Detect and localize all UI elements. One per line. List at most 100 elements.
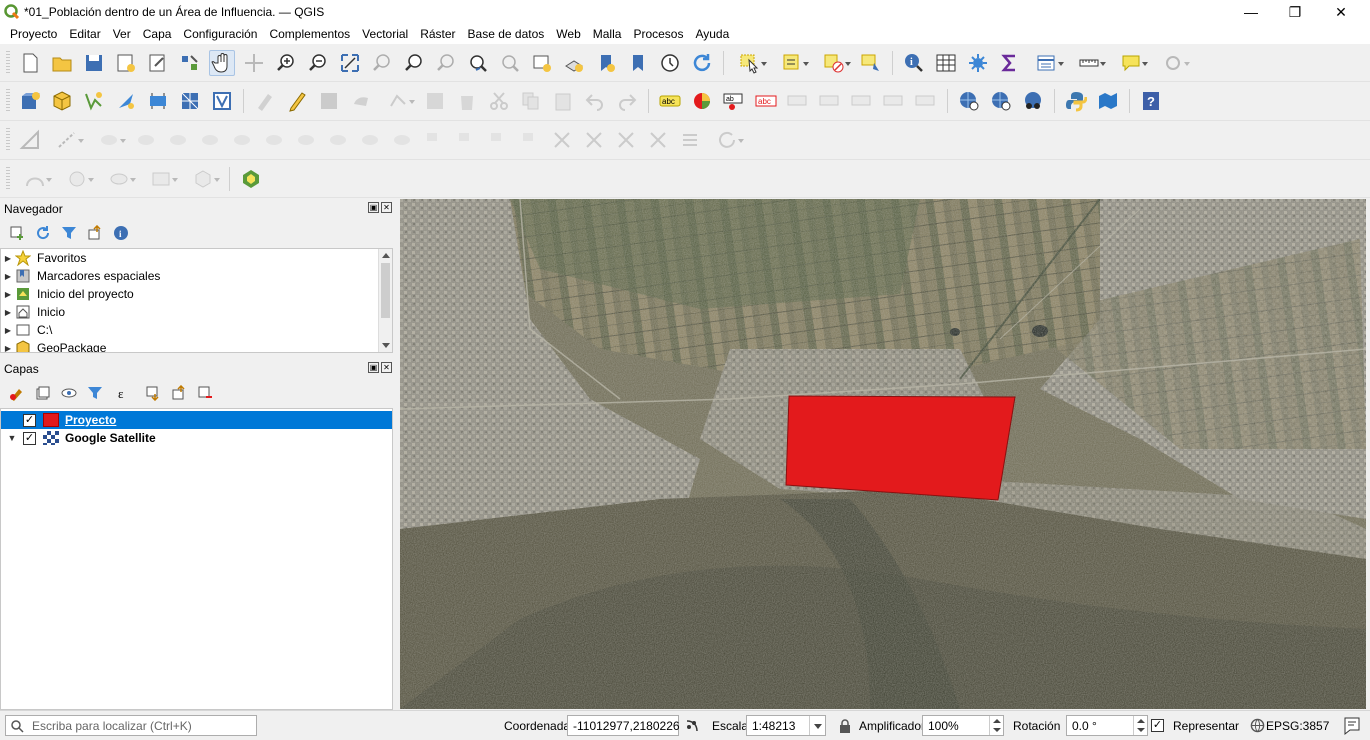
add-circular-string-button[interactable]: [49, 127, 85, 153]
new-virtual-layer-button[interactable]: [145, 88, 171, 114]
new-project-button[interactable]: [17, 50, 43, 76]
align-rasters-button[interactable]: [677, 127, 703, 153]
scroll-down-arrow-icon[interactable]: [382, 343, 390, 348]
simplify-feature-button[interactable]: [325, 127, 351, 153]
save-edits-button[interactable]: [316, 88, 342, 114]
layer-labeling-button[interactable]: abc: [657, 88, 683, 114]
redo-button[interactable]: [614, 88, 640, 114]
toolbar-grip[interactable]: [6, 89, 10, 113]
browser-item-geopackage[interactable]: ▶ GeoPackage: [1, 339, 392, 352]
help-icon[interactable]: ?: [1138, 88, 1164, 114]
label-properties-button[interactable]: [913, 88, 939, 114]
spin-arrows-icon[interactable]: [1133, 716, 1147, 735]
coordinate-field[interactable]: -11012977,2180226: [567, 715, 680, 736]
chevron-down-icon[interactable]: [809, 716, 825, 735]
toggle-editing-button[interactable]: [284, 88, 310, 114]
open-attribute-table-button[interactable]: [933, 50, 959, 76]
split-features-button[interactable]: [357, 127, 383, 153]
scroll-thumb[interactable]: [381, 263, 390, 318]
undo-button[interactable]: [582, 88, 608, 114]
show-bookmarks-button[interactable]: [625, 50, 651, 76]
layer-visibility-checkbox[interactable]: ✓: [23, 413, 36, 427]
rotate-point-symbols-button[interactable]: [485, 127, 511, 153]
new-print-layout-button[interactable]: [113, 50, 139, 76]
pan-map-button[interactable]: [209, 49, 235, 76]
layout-manager-button[interactable]: [145, 50, 171, 76]
browser-item-drive-c[interactable]: ▶ C:\: [1, 321, 392, 339]
add-rectangle-button[interactable]: [143, 166, 179, 192]
zoom-last-button[interactable]: [465, 50, 491, 76]
rotation-spinbox[interactable]: 0.0 °: [1066, 715, 1148, 736]
new-mesh-layer-button[interactable]: [177, 88, 203, 114]
new-scratch-layer-button[interactable]: [113, 88, 139, 114]
close-panel-icon[interactable]: ✕: [381, 362, 392, 373]
undock-icon[interactable]: ▣: [368, 202, 379, 213]
close-panel-icon[interactable]: ✕: [381, 202, 392, 213]
new-3d-map-view-button[interactable]: [561, 50, 587, 76]
menu-ayuda[interactable]: Ayuda: [689, 25, 735, 43]
properties-info-icon[interactable]: i: [111, 223, 131, 243]
add-ring-button[interactable]: [91, 127, 127, 153]
pin-labels-button[interactable]: ab: [721, 88, 747, 114]
map-tips-button[interactable]: [1113, 50, 1149, 76]
toolbar-grip[interactable]: [6, 128, 10, 152]
rotate-label-button[interactable]: [849, 88, 875, 114]
menu-editar[interactable]: Editar: [63, 25, 106, 43]
reverse-line-button[interactable]: [581, 127, 607, 153]
add-regular-polygon-button[interactable]: [185, 166, 221, 192]
toolbar-grip[interactable]: [6, 166, 10, 191]
new-bookmark-button[interactable]: [593, 50, 619, 76]
menu-ver[interactable]: Ver: [107, 25, 137, 43]
browser-tree[interactable]: ▶ Favoritos ▶ Marcadores espaciales ▶ In…: [0, 248, 393, 353]
python-console-icon[interactable]: [1063, 88, 1089, 114]
open-field-calculator-button[interactable]: [1029, 50, 1065, 76]
new-geopackage-layer-button[interactable]: [49, 88, 75, 114]
expand-all-icon[interactable]: [143, 383, 163, 403]
paste-features-button[interactable]: [550, 88, 576, 114]
refresh-icon[interactable]: [689, 50, 715, 76]
locate-icon[interactable]: [1155, 50, 1191, 76]
metasearch-catalog-icon[interactable]: [988, 88, 1014, 114]
save-project-button[interactable]: [81, 50, 107, 76]
scroll-up-arrow-icon[interactable]: [382, 253, 390, 258]
layer-row-proyecto[interactable]: ✓ Proyecto: [1, 411, 392, 429]
add-part-button[interactable]: [133, 127, 159, 153]
spin-arrows-icon[interactable]: [989, 716, 1003, 735]
add-circle-button[interactable]: [59, 166, 95, 192]
expand-arrow-icon[interactable]: ▶: [1, 326, 15, 335]
refresh-icon[interactable]: [33, 223, 53, 243]
collapse-arrow-icon[interactable]: ▼: [5, 433, 19, 443]
menu-raster[interactable]: Ráster: [414, 25, 461, 43]
browser-scrollbar[interactable]: [378, 249, 392, 352]
locator-search[interactable]: Escriba para localizar (Ctrl+K): [5, 715, 257, 736]
deselect-features-button[interactable]: [816, 50, 852, 76]
crs-button[interactable]: EPSG:3857: [1266, 719, 1329, 733]
expand-arrow-icon[interactable]: ▶: [1, 290, 15, 299]
proyecto-polygon[interactable]: [785, 395, 1016, 501]
add-ellipse-button[interactable]: [101, 166, 137, 192]
offset-point-symbols-button[interactable]: [517, 127, 543, 153]
zoom-to-selection-button[interactable]: [369, 50, 395, 76]
zoom-to-layer-button[interactable]: [401, 50, 427, 76]
style-layer-icon[interactable]: [7, 383, 27, 403]
zoom-native-button[interactable]: [433, 50, 459, 76]
expand-arrow-icon[interactable]: ▶: [1, 308, 15, 317]
style-manager-button[interactable]: [177, 50, 203, 76]
plugin-map-icon[interactable]: [1095, 88, 1121, 114]
collapse-all-icon[interactable]: [85, 223, 105, 243]
filter-legend-icon[interactable]: [85, 383, 105, 403]
add-circular-string-button[interactable]: [17, 166, 53, 192]
zoom-next-button[interactable]: [497, 50, 523, 76]
browser-item-inicio-proyecto[interactable]: ▶ Inicio del proyecto: [1, 285, 392, 303]
menu-capa[interactable]: Capa: [137, 25, 178, 43]
expand-arrow-icon[interactable]: ▶: [1, 254, 15, 263]
layer-symbol-swatch[interactable]: [43, 413, 59, 427]
add-selected-layers-icon[interactable]: [7, 223, 27, 243]
delete-selected-button[interactable]: [454, 88, 480, 114]
menu-base-de-datos[interactable]: Base de datos: [462, 25, 551, 43]
minimize-button[interactable]: —: [1228, 0, 1274, 24]
show-hide-labels-button[interactable]: [785, 88, 811, 114]
browser-item-inicio[interactable]: ▶ Inicio: [1, 303, 392, 321]
highlight-pinned-labels-button[interactable]: abc: [753, 88, 779, 114]
identify-features-button[interactable]: i: [901, 50, 927, 76]
